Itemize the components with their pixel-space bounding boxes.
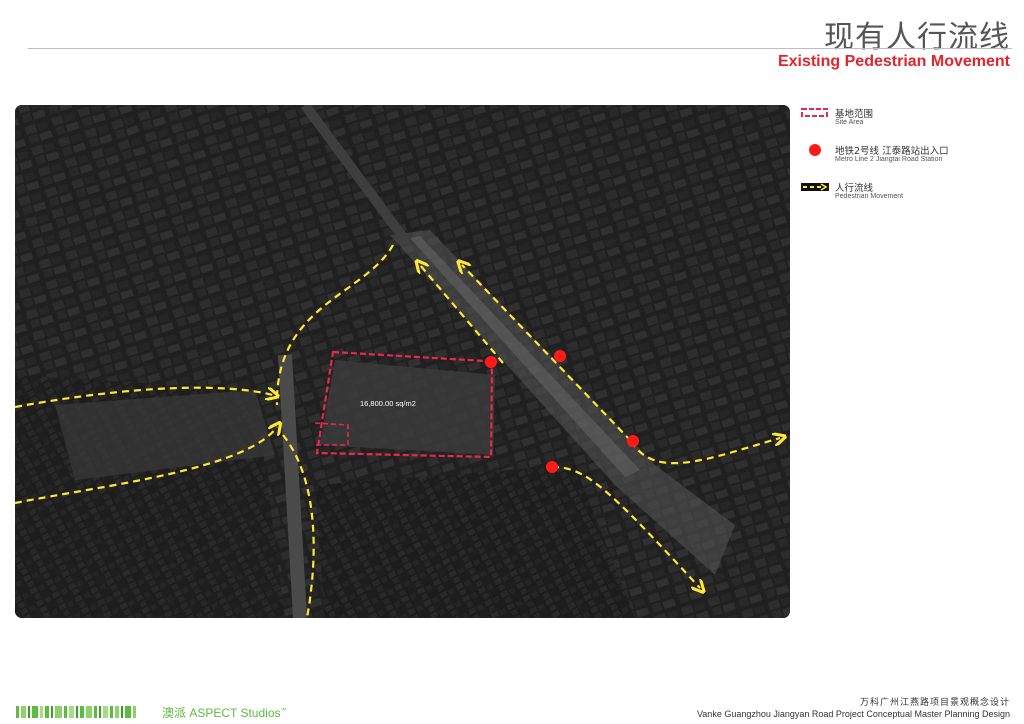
legend-pedestrian-en: Pedestrian Movement	[835, 193, 904, 200]
legend-site-area-cn: 基地范围	[835, 109, 874, 120]
metro-entrance-3	[627, 435, 639, 447]
site-area-swatch-icon	[801, 108, 828, 117]
legend-site-area-en: Site Area	[835, 119, 864, 126]
legend-metro-station-en: Metro Line 2 Jiangtai Road Station	[835, 156, 943, 163]
legend-site-area: 基地范围 Site Area	[800, 106, 1015, 143]
page-title-cn: 现有人行流线	[824, 20, 1010, 55]
legend-metro-station: 地铁2号线 江泰路站出入口 Metro Line 2 Jiangtai Road…	[800, 143, 1015, 180]
legend-metro-station-cn: 地铁2号线 江泰路站出入口	[835, 146, 949, 157]
project-title-cn: 万科广州江燕路项目景观概念设计	[859, 698, 1010, 708]
header-divider	[28, 48, 1012, 49]
metro-entrance-4	[546, 461, 558, 473]
legend-pedestrian: 人行流线 Pedestrian Movement	[800, 180, 1015, 217]
brand-name: 澳派 ASPECT Studios	[162, 706, 281, 720]
brand-stripes	[16, 706, 138, 718]
metro-entrance-1	[485, 356, 497, 368]
brand-mark: ™	[280, 708, 287, 714]
brand-logo: 澳派 ASPECT Studios™	[162, 704, 287, 721]
metro-station-dot-icon	[809, 144, 821, 156]
metro-entrance-2	[554, 350, 566, 362]
project-title-en: Vanke Guangzhou Jiangyan Road Project Co…	[696, 709, 1010, 719]
legend-pedestrian-cn: 人行流线	[835, 183, 874, 194]
site-area-label: 16,800.00 sq/m2	[360, 399, 416, 408]
pedestrian-arrow-icon	[801, 183, 829, 191]
map-legend: 基地范围 Site Area 地铁2号线 江泰路站出入口 Metro Line …	[800, 106, 1015, 217]
aerial-map: 16,800.00 sq/m2	[15, 105, 790, 618]
page-title-en: Existing Pedestrian Movement	[777, 53, 1010, 70]
map-svg: 16,800.00 sq/m2	[15, 105, 790, 618]
